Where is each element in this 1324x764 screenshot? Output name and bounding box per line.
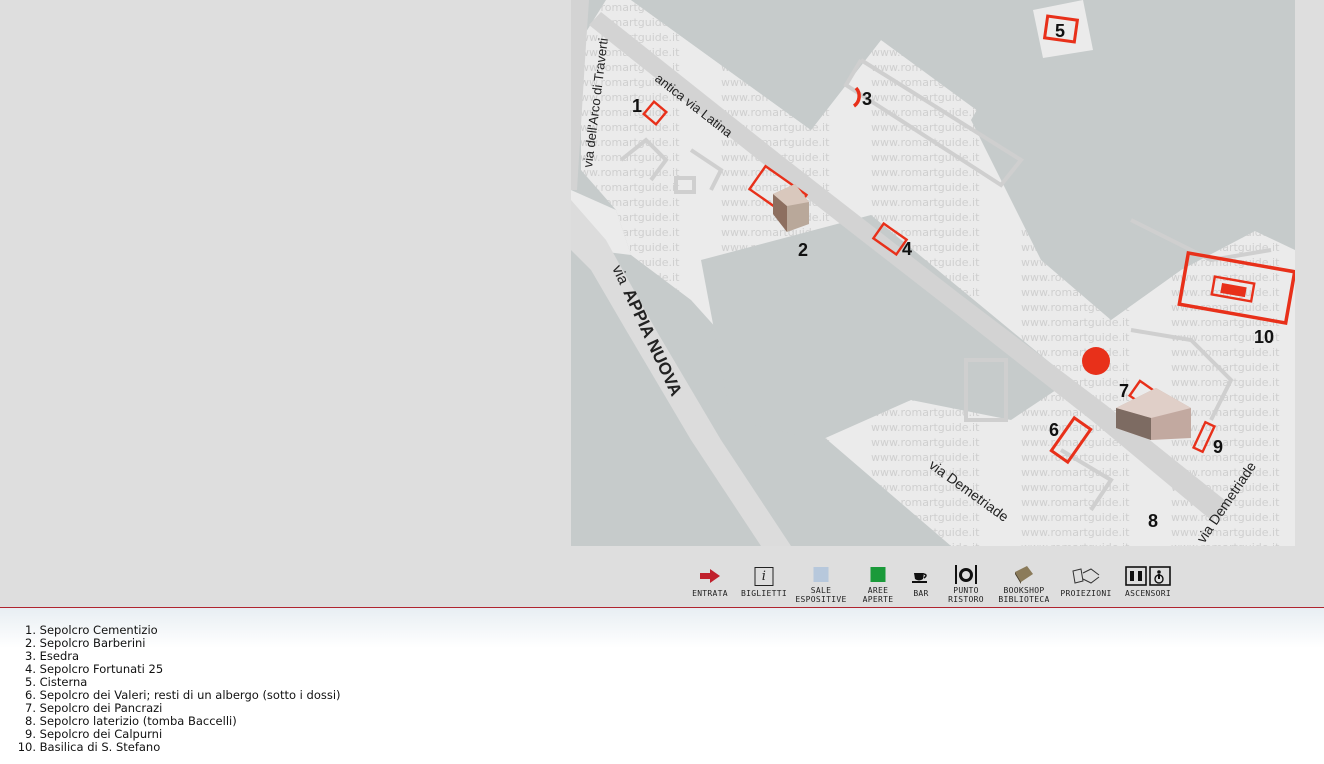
book-icon xyxy=(1015,566,1033,584)
map-drawing: www.romartguide.it xyxy=(571,0,1295,546)
legend-aree-aperte: AREE APERTE xyxy=(854,562,902,604)
legend-bookshop: BOOKSHOP BIBLIOTECA xyxy=(994,562,1054,604)
legend-label: SALE xyxy=(810,586,832,595)
legend-label: ASCENSORI xyxy=(1124,589,1172,598)
legend-label: APERTE xyxy=(862,595,894,604)
legend-label: RISTORO xyxy=(948,595,984,604)
legend-entrata: ENTRATA xyxy=(686,562,734,604)
marker-5[interactable]: 5 xyxy=(1055,21,1065,41)
marker-8[interactable]: 8 xyxy=(1148,511,1158,531)
marker-4[interactable]: 4 xyxy=(902,239,912,259)
street-label-appia: APPIA NUOVA xyxy=(619,286,685,399)
entrance-arrow-icon xyxy=(700,569,720,583)
exhibition-halls-icon xyxy=(813,567,829,582)
you-are-here-marker xyxy=(1082,347,1110,375)
marker-2[interactable]: 2 xyxy=(798,240,808,260)
legend-label: BIGLIETTI xyxy=(740,589,788,598)
legend-punto-ristoro: PUNTO RISTORO xyxy=(944,562,988,604)
legend-bar-cafe: BAR xyxy=(904,562,938,604)
legend-biglietti: i BIGLIETTI xyxy=(738,562,790,604)
open-areas-icon xyxy=(870,567,886,582)
marker-9[interactable]: 9 xyxy=(1213,437,1223,457)
info-icon: i xyxy=(754,567,774,586)
legend-label: BAR xyxy=(913,589,929,598)
list-item: 10. Basilica di S. Stefano xyxy=(17,740,161,754)
legend-ascensori: ASCENSORI xyxy=(1120,562,1176,604)
legend-label: ESPOSITIVE xyxy=(795,595,847,604)
monument-list: 1. Sepolcro Cementizio 2. Sepolcro Barbe… xyxy=(10,624,341,754)
legend-label: AREE xyxy=(867,586,889,595)
marker-6[interactable]: 6 xyxy=(1049,420,1059,440)
coffee-cup-icon xyxy=(912,573,927,583)
legend-proiezioni: PROIEZIONI xyxy=(1058,562,1114,604)
restaurant-icon xyxy=(955,565,977,584)
elevator-icon xyxy=(1125,566,1171,586)
legend-label: PUNTO xyxy=(953,586,979,595)
legend-label: BOOKSHOP xyxy=(1003,586,1045,595)
marker-3[interactable]: 3 xyxy=(862,89,872,109)
legend-sale-espositive: SALE ESPOSITIVE xyxy=(792,562,850,604)
marker-10[interactable]: 10 xyxy=(1254,327,1274,347)
marker-7[interactable]: 7 xyxy=(1119,381,1129,401)
marker-1[interactable]: 1 xyxy=(632,96,642,116)
legend-label: BIBLIOTECA xyxy=(998,595,1050,604)
site-map[interactable]: www.romartguide.it xyxy=(571,0,1295,546)
projection-icon xyxy=(1072,568,1100,584)
legend-bar: ENTRATA i BIGLIETTI SALE ESPOSITIVE AREE… xyxy=(686,562,1186,604)
legend-label: PROIEZIONI xyxy=(1060,589,1112,598)
legend-label: ENTRATA xyxy=(692,589,728,598)
